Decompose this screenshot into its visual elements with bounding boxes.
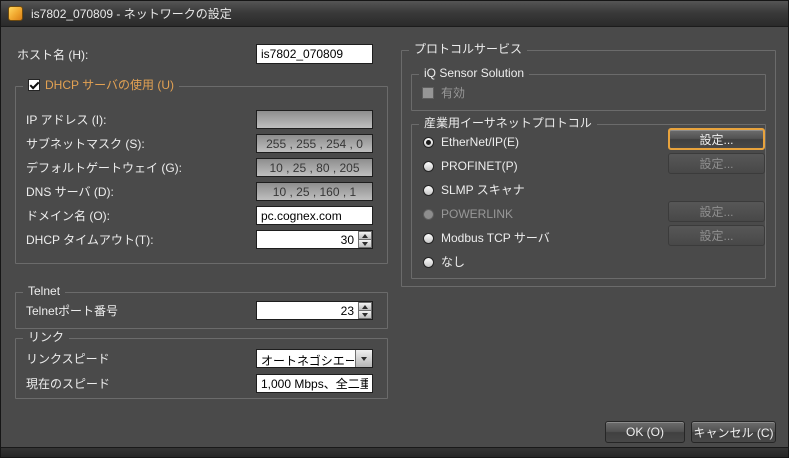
link-speed-label: リンクスピード bbox=[26, 352, 110, 366]
telnet-port-spinner[interactable] bbox=[358, 302, 372, 319]
app-icon bbox=[8, 6, 23, 21]
radio-modbus-tcp-label: Modbus TCP サーバ bbox=[441, 231, 550, 245]
gateway-label: デフォルトゲートウェイ (G): bbox=[26, 161, 182, 175]
host-name-input[interactable] bbox=[256, 44, 373, 64]
window-bottom-frame bbox=[1, 447, 789, 458]
current-speed-label: 現在のスピード bbox=[26, 377, 110, 391]
spinner-up-button[interactable] bbox=[358, 302, 372, 311]
up-arrow-icon bbox=[362, 234, 368, 238]
settings-button-modbus-tcp: 設定... bbox=[668, 225, 765, 246]
spinner-down-button[interactable] bbox=[358, 240, 372, 248]
protocol-services-title: プロトコルサービス bbox=[409, 42, 527, 56]
settings-button-profinet: 設定... bbox=[668, 153, 765, 174]
host-name-label: ホスト名 (H): bbox=[17, 48, 88, 62]
ip-address-label: IP アドレス (I): bbox=[26, 113, 106, 127]
radio-ethernet-ip[interactable] bbox=[423, 137, 434, 148]
dropdown-button[interactable] bbox=[355, 350, 372, 367]
radio-ethernet-ip-label: EtherNet/IP(E) bbox=[441, 135, 519, 149]
radio-slmp-scanner[interactable] bbox=[423, 185, 434, 196]
dhcp-timeout-spinner[interactable] bbox=[358, 231, 372, 248]
up-arrow-icon bbox=[362, 305, 368, 309]
iq-enable-checkbox bbox=[422, 87, 434, 99]
subnet-mask-label: サブネットマスク (S): bbox=[26, 137, 145, 151]
subnet-mask-field: 255 , 255 , 254 , 0 bbox=[256, 134, 373, 153]
radio-profinet-label: PROFINET(P) bbox=[441, 159, 518, 173]
radio-profinet[interactable] bbox=[423, 161, 434, 172]
dns-server-label: DNS サーバ (D): bbox=[26, 185, 114, 199]
iq-sensor-title: iQ Sensor Solution bbox=[419, 66, 529, 80]
iq-enable-label: 有効 bbox=[441, 86, 465, 100]
dhcp-enable-label: DHCP サーバの使用 (U) bbox=[45, 78, 174, 92]
domain-name-label: ドメイン名 (O): bbox=[26, 209, 110, 223]
chevron-down-icon bbox=[361, 357, 367, 361]
settings-button-powerlink: 設定... bbox=[668, 201, 765, 222]
domain-name-input[interactable] bbox=[256, 206, 373, 225]
link-speed-value: オートネゴシエー bbox=[261, 352, 354, 368]
down-arrow-icon bbox=[362, 242, 368, 246]
down-arrow-icon bbox=[362, 313, 368, 317]
dhcp-enable-checkbox[interactable] bbox=[28, 79, 40, 91]
ok-button[interactable]: OK (O) bbox=[605, 421, 685, 443]
spinner-down-button[interactable] bbox=[358, 311, 372, 319]
current-speed-field bbox=[256, 374, 373, 393]
link-group-title: リンク bbox=[23, 330, 69, 344]
radio-powerlink bbox=[423, 209, 434, 220]
window-title: is7802_070809 - ネットワークの設定 bbox=[31, 5, 232, 22]
radio-modbus-tcp[interactable] bbox=[423, 233, 434, 244]
dhcp-timeout-label: DHCP タイムアウト(T): bbox=[26, 233, 154, 247]
cancel-button[interactable]: キャンセル (C) bbox=[691, 421, 776, 443]
dns-server-field: 10 , 25 , 160 , 1 bbox=[256, 182, 373, 201]
ip-address-field bbox=[256, 110, 373, 129]
industrial-protocol-title: 産業用イーサネットプロトコル bbox=[419, 116, 597, 130]
radio-powerlink-label: POWERLINK bbox=[441, 207, 513, 221]
telnet-port-label: Telnetポート番号 bbox=[26, 304, 118, 318]
link-speed-dropdown[interactable]: オートネゴシエー bbox=[256, 349, 373, 368]
telnet-port-input[interactable] bbox=[256, 301, 373, 320]
titlebar[interactable]: is7802_070809 - ネットワークの設定 bbox=[1, 1, 788, 27]
radio-slmp-scanner-label: SLMP スキャナ bbox=[441, 183, 525, 197]
settings-button-ethernet-ip[interactable]: 設定... bbox=[668, 128, 765, 150]
gateway-field: 10 , 25 , 80 , 205 bbox=[256, 158, 373, 177]
network-settings-dialog: is7802_070809 - ネットワークの設定 ホスト名 (H): DHCP… bbox=[0, 0, 789, 458]
radio-none-label: なし bbox=[441, 255, 465, 269]
dhcp-group-legend: DHCP サーバの使用 (U) bbox=[23, 78, 179, 92]
telnet-group-title: Telnet bbox=[23, 284, 65, 298]
dhcp-timeout-input[interactable] bbox=[256, 230, 373, 249]
spinner-up-button[interactable] bbox=[358, 231, 372, 240]
radio-none[interactable] bbox=[423, 257, 434, 268]
